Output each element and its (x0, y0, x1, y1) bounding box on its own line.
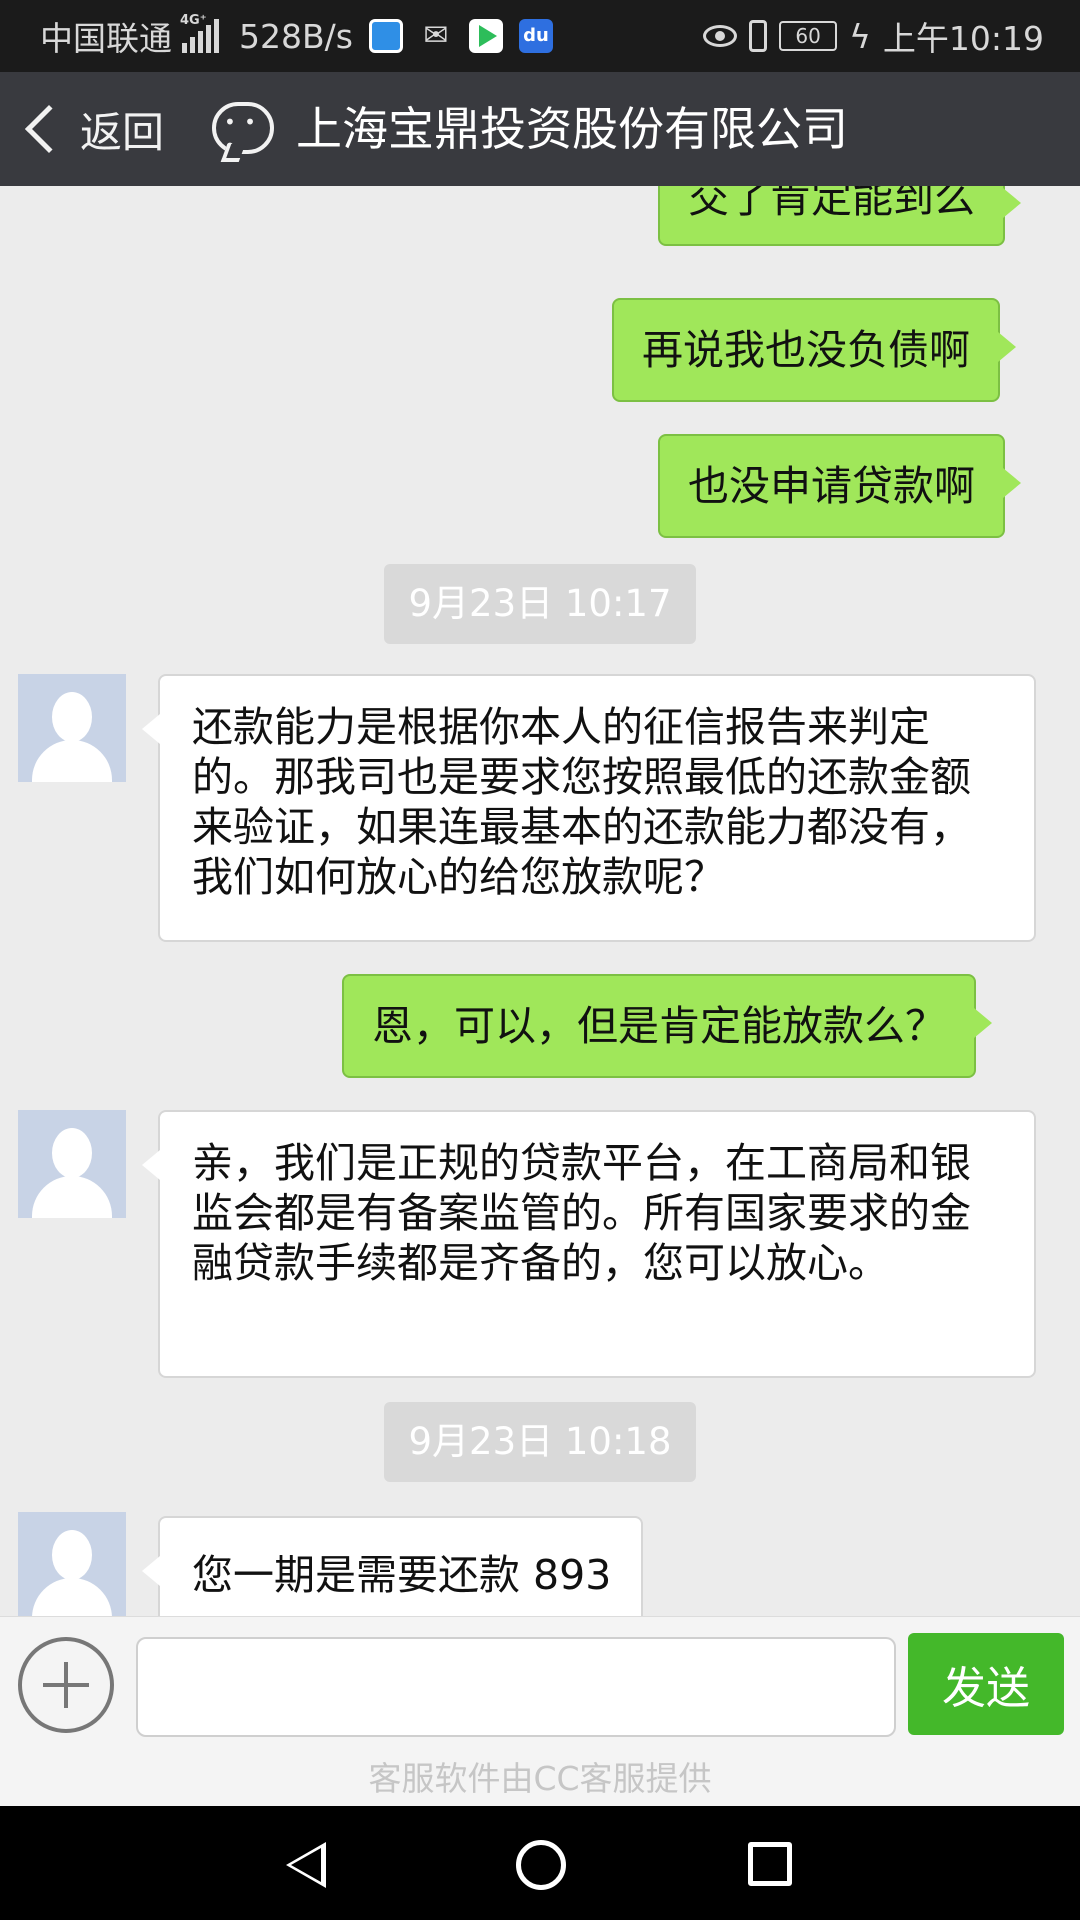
clock-time: 上午10:19 (882, 19, 1044, 58)
agent-avatar[interactable] (18, 674, 126, 782)
outgoing-message: 恩，可以，但是肯定能放款么？ (342, 974, 992, 1078)
input-bar: 发送 (0, 1616, 1080, 1752)
message-text: 还款能力是根据你本人的征信报告来判定的。那我司也是要求您按照最低的还款金额来验证… (192, 703, 971, 901)
outgoing-message: 交了肯定能到么 (658, 186, 1021, 246)
carrier-label: 中国联通 (40, 19, 172, 58)
charging-icon: ϟ (849, 16, 871, 56)
message-text: 再说我也没负债啊 (642, 326, 970, 374)
outgoing-message: 也没申请贷款啊 (658, 434, 1021, 538)
message-text: 亲，我们是正规的贷款平台，在工商局和银监会都是有备案监管的。所有国家要求的金融贷… (192, 1139, 971, 1287)
send-button[interactable]: 发送 (908, 1633, 1064, 1735)
chevron-left-icon (24, 104, 74, 154)
message-text: 您一期是需要还款 893 (192, 1551, 612, 1599)
eye-comfort-icon (703, 25, 738, 47)
signal-strength-icon: 4G⁺ (180, 13, 219, 53)
agent-avatar[interactable] (18, 1512, 126, 1616)
message-input[interactable] (136, 1637, 896, 1737)
battery-icon: 60 (779, 21, 838, 51)
agent-avatar[interactable] (18, 1110, 126, 1218)
video-app-icon (468, 19, 503, 53)
person-silhouette-icon (52, 1128, 92, 1178)
message-text: 也没申请贷款啊 (688, 462, 975, 510)
incoming-message: 您一期是需要还款 893 (141, 1516, 644, 1616)
add-attachment-button[interactable] (18, 1637, 114, 1733)
incoming-message: 亲，我们是正规的贷款平台，在工商局和银监会都是有备案监管的。所有国家要求的金融贷… (142, 1110, 1036, 1378)
network-speed-label: 528B/s (239, 16, 353, 56)
message-text: 恩，可以，但是肯定能放款么？ (372, 1002, 946, 1050)
message-timestamp: 9月23日 10:18 (384, 1402, 696, 1482)
clock-app-icon (368, 19, 403, 53)
wechat-icon: ✉ (423, 18, 449, 53)
title-bar: 返回 上海宝鼎投资股份有限公司 (0, 72, 1080, 186)
outgoing-message: 再说我也没负债啊 (612, 298, 1016, 402)
network-type-label: 4G⁺ (180, 13, 207, 28)
page-title: 上海宝鼎投资股份有限公司 (296, 102, 848, 156)
person-silhouette-icon (52, 1530, 92, 1580)
back-label: 返回 (80, 107, 165, 157)
incoming-message: 还款能力是根据你本人的征信报告来判定的。那我司也是要求您按照最低的还款金额来验证… (142, 674, 1036, 942)
back-button[interactable]: 返回 (18, 72, 164, 186)
chat-bubble-icon (212, 102, 274, 158)
baidu-icon: du (518, 19, 553, 53)
nav-home-icon[interactable] (516, 1840, 566, 1890)
person-silhouette-icon (52, 692, 92, 742)
system-nav-bar (0, 1806, 1080, 1920)
nav-recent-apps-icon[interactable] (748, 1842, 792, 1886)
message-timestamp: 9月23日 10:17 (384, 564, 696, 644)
powered-by-note: 客服软件由CC客服提供 (0, 1752, 1080, 1806)
message-text: 交了肯定能到么 (688, 186, 975, 222)
message-list[interactable]: 交了肯定能到么 再说我也没负债啊 也没申请贷款啊 9月23日 10:17 还款能… (0, 186, 1080, 1616)
vibrate-icon (749, 20, 768, 52)
status-bar: 中国联通 4G⁺ 528B/s ✉ du 60 ϟ 上午10:19 (0, 0, 1080, 72)
nav-back-icon[interactable] (286, 1842, 326, 1888)
